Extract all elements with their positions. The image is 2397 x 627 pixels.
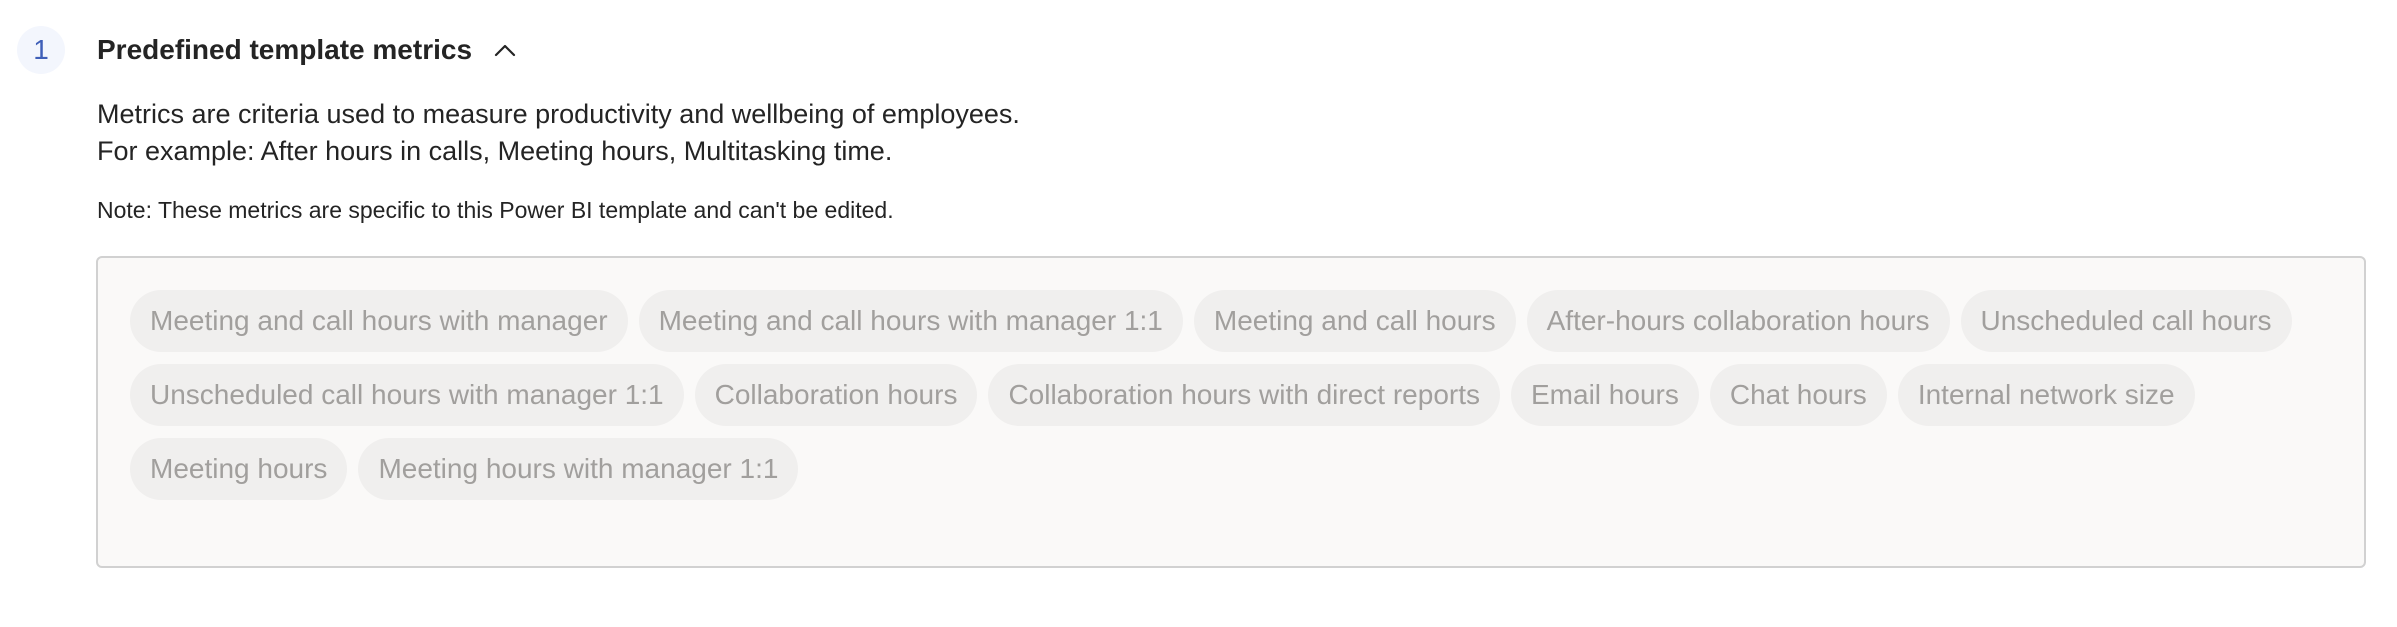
metric-chip: Chat hours bbox=[1709, 364, 1887, 426]
metrics-chip-list: Meeting and call hours with manager Meet… bbox=[130, 290, 2334, 500]
metric-chip: Unscheduled call hours with manager 1:1 bbox=[130, 364, 684, 426]
description-line-2: For example: After hours in calls, Meeti… bbox=[97, 136, 893, 166]
section-header[interactable]: Predefined template metrics bbox=[97, 30, 518, 70]
metric-chip: Meeting and call hours with manager 1:1 bbox=[638, 290, 1183, 352]
predefined-metrics-section: 1 Predefined template metrics Metrics ar… bbox=[0, 0, 2397, 627]
metric-chip: Email hours bbox=[1511, 364, 1699, 426]
metric-chip: Meeting and call hours bbox=[1193, 290, 1516, 352]
chevron-up-icon[interactable] bbox=[492, 37, 518, 63]
metric-chip: Meeting hours with manager 1:1 bbox=[358, 438, 799, 500]
metric-chip: Unscheduled call hours bbox=[1960, 290, 2292, 352]
section-description: Metrics are criteria used to measure pro… bbox=[97, 96, 1020, 170]
metric-chip: Collaboration hours bbox=[694, 364, 978, 426]
metric-chip: Meeting hours bbox=[130, 438, 348, 500]
metric-chip: Meeting and call hours with manager bbox=[130, 290, 628, 352]
template-note: Note: These metrics are specific to this… bbox=[97, 197, 894, 223]
description-line-1: Metrics are criteria used to measure pro… bbox=[97, 99, 1020, 129]
section-title: Predefined template metrics bbox=[97, 34, 473, 65]
metric-chip: Collaboration hours with direct reports bbox=[988, 364, 1500, 426]
metric-chip: After-hours collaboration hours bbox=[1526, 290, 1950, 352]
metric-chip: Internal network size bbox=[1897, 364, 2195, 426]
step-number-badge: 1 bbox=[17, 26, 65, 74]
metrics-list-box: Meeting and call hours with manager Meet… bbox=[96, 256, 2366, 568]
